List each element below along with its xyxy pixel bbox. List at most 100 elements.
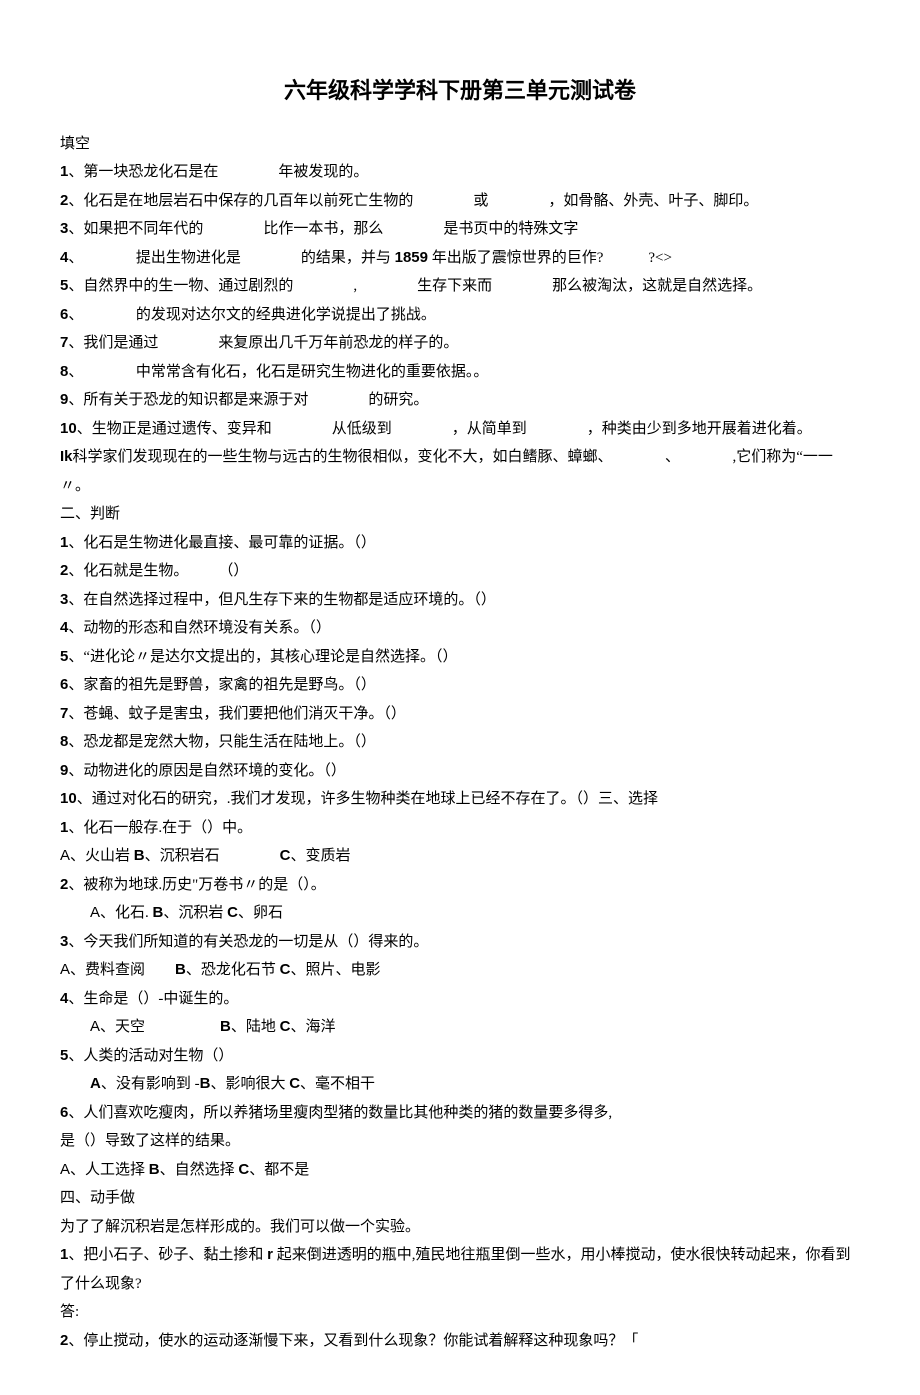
choice-q5: 5、人类的活动对生物（） xyxy=(60,1042,860,1071)
choice-q2: 2、被称为地球.历史"万卷书〃的是（）。 xyxy=(60,871,860,900)
q-num: 2 xyxy=(60,1332,68,1349)
judge-q7: 7、苍蝇、蚊子是害虫，我们要把他们消灭干净。（） xyxy=(60,700,860,729)
opt-c-label: C xyxy=(227,904,238,921)
choice-q6: 6、人们喜欢吃瘦肉，所以养猪场里瘦肉型猪的数量比其他种类的猪的数量要多得多, xyxy=(60,1099,860,1128)
answer-label: 答: xyxy=(60,1298,860,1327)
opt-c-label: C xyxy=(289,1075,300,1092)
page-title: 六年级科学学科下册第三单元测试卷 xyxy=(60,70,860,112)
q-text: 、动物的形态和自然环境没有关系。（） xyxy=(68,620,331,636)
opt-c-text: 、都不是 xyxy=(249,1162,309,1178)
q-text: 、生命是（）-中诞生的。 xyxy=(68,991,238,1007)
opt-c-text: 、卵石 xyxy=(238,905,283,921)
opt-b-label: B xyxy=(134,847,145,864)
q-text: 、今天我们所知道的有关恐龙的一切是从（）得来的。 xyxy=(68,934,428,950)
q-text: 、恐龙都是宠然大物，只能生活在陆地上。（） xyxy=(68,734,376,750)
q-text: 科学家们发现现在的一些生物与远古的生物很相似，变化不大，如白鳍豚、蟑螂、 、 ,… xyxy=(60,449,833,494)
opt-a-label: A xyxy=(90,1075,101,1092)
judge-q6: 6、家畜的祖先是野兽，家禽的祖先是野鸟。（） xyxy=(60,671,860,700)
opt-b-text: 、自然选择 xyxy=(160,1162,239,1178)
q-text: 、被称为地球.历史"万卷书〃的是（）。 xyxy=(68,877,325,893)
section-hands-on: 四、动手做 xyxy=(60,1184,860,1213)
q-text: 、如果把不同年代的 比作一本书，那么 是书页中的特殊文字 xyxy=(68,221,578,237)
q-text: 、化石就是生物。 （） xyxy=(68,563,248,579)
q-num: 10 xyxy=(60,420,77,437)
judge-q2: 2、化石就是生物。 （） xyxy=(60,557,860,586)
choice-q3: 3、今天我们所知道的有关恐龙的一切是从（）得来的。 xyxy=(60,928,860,957)
opt-b-text: 、陆地 xyxy=(231,1019,280,1035)
q-text: 、生物正是通过遗传、变异和 从低级到 ，从简单到 ，种类由少到多地开展着进化着。 xyxy=(77,421,812,437)
q-text: 、通过对化石的研究，.我们才发现，许多生物种类在地球上已经不存在了。（）三、选择 xyxy=(77,791,658,807)
q-num: 10 xyxy=(60,790,77,807)
judge-q5: 5、“进化论〃是达尔文提出的，其核心理论是自然选择。（） xyxy=(60,643,860,672)
hands-on-q1: 1、把小石子、砂子、黏土掺和 r 起来倒进透明的瓶中,殖民地往瓶里倒一些水，用小… xyxy=(60,1241,860,1298)
q-text: 、 的发现对达尔文的经典进化学说提出了挑战。 xyxy=(68,307,436,323)
opt-b-label: B xyxy=(153,904,164,921)
q-text: 、所有关于恐龙的知识都是来源于对 的研究。 xyxy=(68,392,428,408)
choice-q3-options: A、费料查阅 B、恐龙化石节 C、照片、电影 xyxy=(60,956,860,985)
choice-q4: 4、生命是（）-中诞生的。 xyxy=(60,985,860,1014)
opt-a-label: A xyxy=(90,1018,100,1035)
fill-q5: 5、自然界中的生一物、通过剧烈的 , 生存下来而 那么被淘汰，这就是自然选择。 xyxy=(60,272,860,301)
opt-b-label: B xyxy=(175,961,186,978)
section-fill-blank: 填空 xyxy=(60,130,860,159)
opt-a-text: 、没有影响到 - xyxy=(101,1076,200,1092)
opt-b-text: 、恐龙化石节 xyxy=(186,962,280,978)
opt-a-label: A xyxy=(90,904,100,921)
q-text: 、停止搅动，使水的运动逐渐慢下来，又看到什么现象？你能试着解释这种现象吗？「 xyxy=(68,1333,638,1349)
year-1859: 1859 xyxy=(395,249,428,266)
opt-a-label: A xyxy=(60,847,70,864)
choice-q4-options: A、天空 B、陆地 C、海洋 xyxy=(60,1013,860,1042)
judge-q10: 10、通过对化石的研究，.我们才发现，许多生物种类在地球上已经不存在了。（）三、… xyxy=(60,785,860,814)
choice-q5-options: A、没有影响到 -B、影响很大 C、毫不相干 xyxy=(60,1070,860,1099)
opt-b-text: 、沉积岩石 xyxy=(145,848,280,864)
q-text: 、 中常常含有化石，化石是研究生物进化的重要依据。。 xyxy=(68,364,488,380)
fill-q4: 4、 提出生物进化是 的结果，并与 1859 年出版了震惊世界的巨作? ?<> xyxy=(60,244,860,273)
q-text: 、我们是通过 来复原出几千万年前恐龙的样子的。 xyxy=(68,335,458,351)
fill-q1: 1、第一块恐龙化石是在 年被发现的。 xyxy=(60,158,860,187)
q-text: 、苍蝇、蚊子是害虫，我们要把他们消灭干净。（） xyxy=(68,706,406,722)
opt-a-text: 、天空 xyxy=(100,1019,220,1035)
judge-q8: 8、恐龙都是宠然大物，只能生活在陆地上。（） xyxy=(60,728,860,757)
choice-q6-line2: 是（）导致了这样的结果。 xyxy=(60,1127,860,1156)
opt-b-label: B xyxy=(220,1018,231,1035)
fill-q10: 10、生物正是通过遗传、变异和 从低级到 ，从简单到 ，种类由少到多地开展着进化… xyxy=(60,415,860,444)
choice-q1: 1、化石一般存.在于（）中。 xyxy=(60,814,860,843)
q-text: 年出版了震惊世界的巨作? ?<> xyxy=(428,250,672,266)
choice-q2-options: A、化石. B、沉积岩 C、卵石 xyxy=(60,899,860,928)
q-text: 、动物进化的原因是自然环境的变化。（） xyxy=(68,763,346,779)
opt-a-text: 、火山岩 xyxy=(70,848,134,864)
q-text: 、 提出生物进化是 的结果，并与 xyxy=(68,250,394,266)
judge-q9: 9、动物进化的原因是自然环境的变化。（） xyxy=(60,757,860,786)
opt-c-text: 、毫不相干 xyxy=(300,1076,375,1092)
q-text: 、自然界中的生一物、通过剧烈的 , 生存下来而 那么被淘汰，这就是自然选择。 xyxy=(68,278,762,294)
opt-b-text: 、影响很大 xyxy=(210,1076,289,1092)
q-text: 、人们喜欢吃瘦肉，所以养猪场里瘦肉型猪的数量比其他种类的猪的数量要多得多, xyxy=(68,1105,612,1121)
hands-on-intro: 为了了解沉积岩是怎样形成的。我们可以做一个实验。 xyxy=(60,1213,860,1242)
opt-a-label: A xyxy=(60,1161,70,1178)
opt-a-label: A xyxy=(60,961,70,978)
opt-c-label: C xyxy=(280,1018,291,1035)
q-num: Ik xyxy=(60,448,73,465)
q-text: 、人类的活动对生物（） xyxy=(68,1048,233,1064)
fill-q11: Ik科学家们发现现在的一些生物与远古的生物很相似，变化不大，如白鳍豚、蟑螂、 、… xyxy=(60,443,860,500)
opt-b-label: B xyxy=(200,1075,211,1092)
fill-q2: 2、化石是在地层岩石中保存的几百年以前死亡生物的 或 ，如骨骼、外壳、叶子、脚印… xyxy=(60,187,860,216)
opt-c-label: C xyxy=(280,847,291,864)
hands-on-q2: 2、停止搅动，使水的运动逐渐慢下来，又看到什么现象？你能试着解释这种现象吗？「 xyxy=(60,1327,860,1356)
q-text: 、化石一般存.在于（）中。 xyxy=(68,820,252,836)
opt-c-label: C xyxy=(280,961,291,978)
q-text: 、家畜的祖先是野兽，家禽的祖先是野鸟。（） xyxy=(68,677,376,693)
q-text: 、把小石子、砂子、黏土掺和 xyxy=(68,1247,267,1263)
opt-c-text: 、海洋 xyxy=(290,1019,335,1035)
opt-c-text: 、变质岩 xyxy=(290,848,350,864)
q-text: 、“进化论〃是达尔文提出的，其核心理论是自然选择。（） xyxy=(68,649,457,665)
fill-q8: 8、 中常常含有化石，化石是研究生物进化的重要依据。。 xyxy=(60,358,860,387)
q-text: 、在自然选择过程中，但凡生存下来的生物都是适应环境的。（） xyxy=(68,592,496,608)
fill-q7: 7、我们是通过 来复原出几千万年前恐龙的样子的。 xyxy=(60,329,860,358)
q-text: 、化石是生物进化最直接、最可靠的证据。（） xyxy=(68,535,376,551)
opt-a-text: 、化石. xyxy=(100,905,153,921)
opt-c-text: 、照片、电影 xyxy=(290,962,380,978)
section-judge: 二、判断 xyxy=(60,500,860,529)
judge-q3: 3、在自然选择过程中，但凡生存下来的生物都是适应环境的。（） xyxy=(60,586,860,615)
judge-q4: 4、动物的形态和自然环境没有关系。（） xyxy=(60,614,860,643)
